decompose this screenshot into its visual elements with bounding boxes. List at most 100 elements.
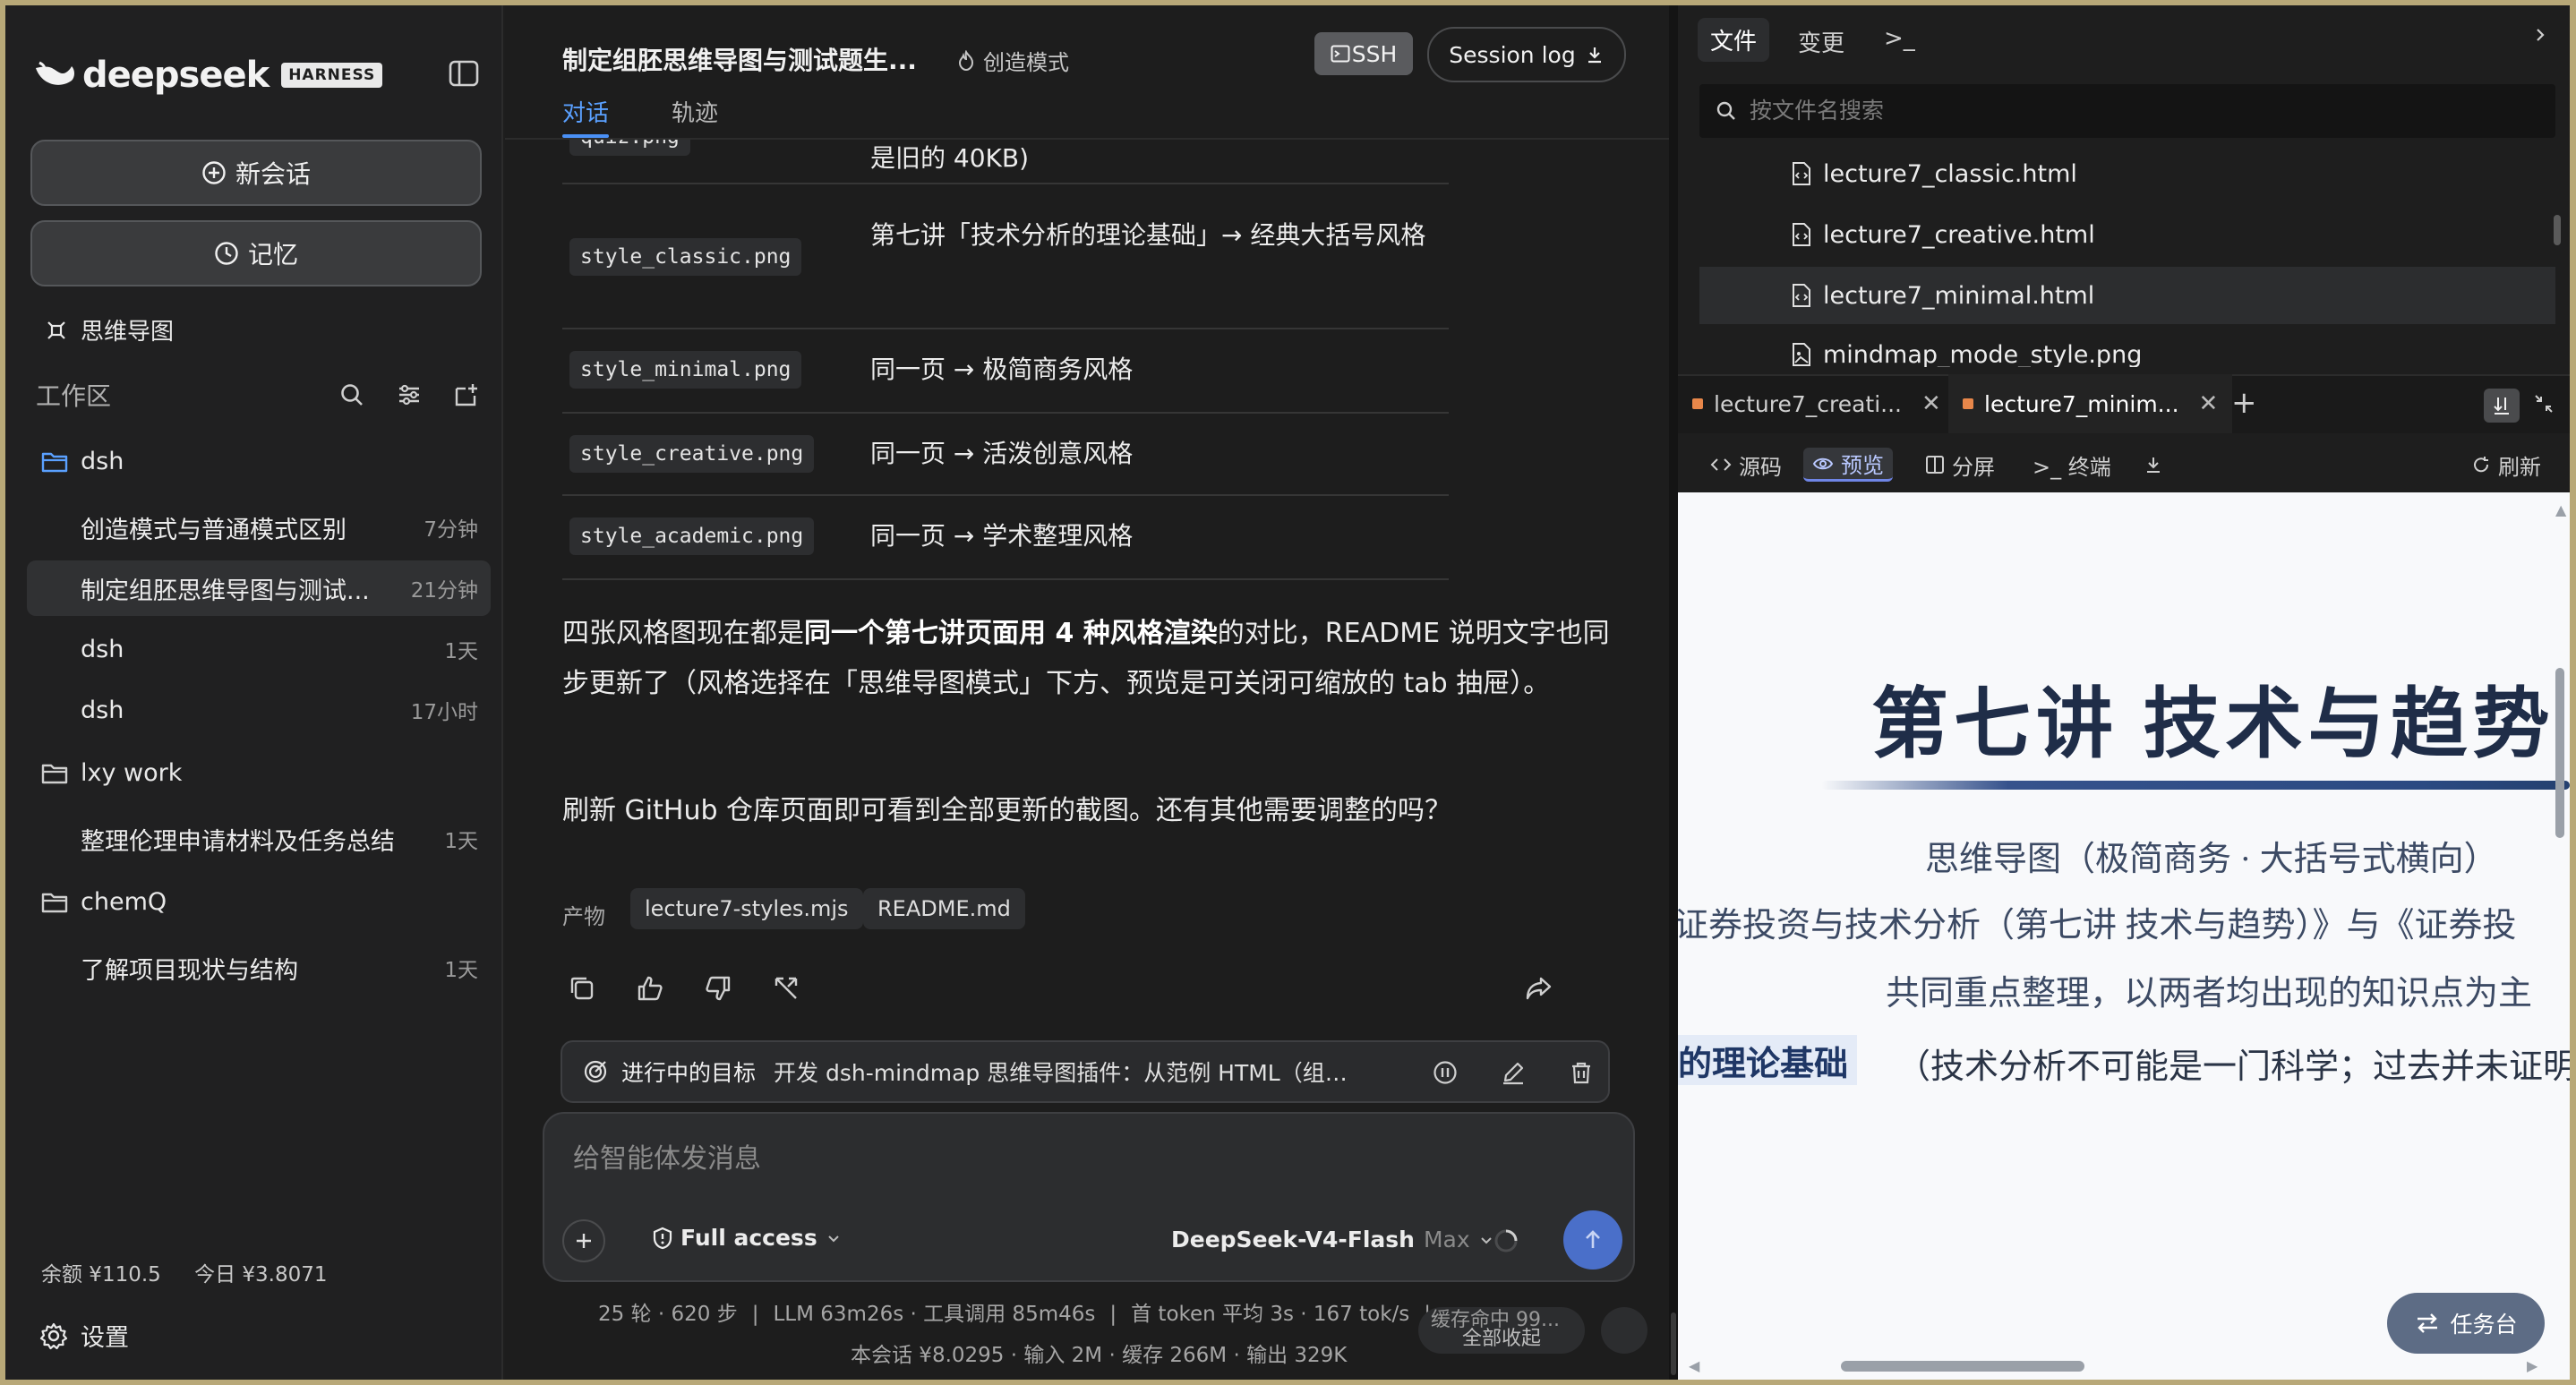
file-code-icon <box>1793 162 1810 185</box>
file-item[interactable]: lecture7_creative.html <box>1699 206 2555 263</box>
mode-indicator[interactable]: 创造模式 <box>956 45 1069 76</box>
source-button[interactable]: 源码 <box>1701 448 1791 482</box>
swap-arrows-icon <box>2418 1313 2438 1333</box>
scroll-right-arrow[interactable]: ▶ <box>2527 1357 2537 1374</box>
refresh-icon <box>2474 457 2489 473</box>
message-paragraph: 刷新 GitHub 仓库页面即可看到全部更新的截图。还有其他需要调整的吗？ <box>562 795 1452 826</box>
chevron-right-icon[interactable] <box>2530 25 2550 48</box>
session-log-button[interactable]: Session log <box>1427 27 1626 82</box>
file-item-selected[interactable]: lecture7_minimal.html <box>1699 267 2555 324</box>
folder-chemq[interactable]: chemQ <box>41 888 167 916</box>
chevron-down-icon <box>827 1235 839 1242</box>
download-icon <box>2147 457 2160 473</box>
products-label: 产物 <box>562 904 605 929</box>
add-tab-icon[interactable]: + <box>2231 385 2257 421</box>
product-chip[interactable]: lecture7-styles.mjs <box>630 888 863 929</box>
trash-icon[interactable] <box>1563 1055 1599 1090</box>
file-chip: style_minimal.png <box>569 351 802 389</box>
session-stats: 25 轮 · 620 步 | LLM 63m26s · 工具调用 85m46s | 首 … <box>598 1303 1431 1326</box>
access-selector[interactable]: Full access <box>652 1225 850 1251</box>
folder-lxy-work[interactable]: lxy work <box>41 759 182 787</box>
file-search-input[interactable] <box>1750 98 2466 124</box>
pause-icon[interactable] <box>1427 1055 1463 1090</box>
preview-subtitle: 思维导图（极简商务 · 大括号式横向） <box>1925 841 2498 878</box>
panel-resize-handle[interactable] <box>1671 1312 1676 1375</box>
file-item[interactable]: lecture7_classic.html <box>1699 145 2555 202</box>
task-console-button[interactable]: 任务台 <box>2387 1293 2545 1354</box>
brand-name: deepseek <box>82 55 270 96</box>
download-button[interactable] <box>2135 448 2179 482</box>
settings-button[interactable]: 设置 <box>39 1318 129 1353</box>
editor-tab[interactable]: lecture7_creati... ✕ <box>1678 374 1956 433</box>
sidebar-toggle-button[interactable] <box>446 56 482 91</box>
chat-title: 制定组胚思维导图与测试题生... <box>562 46 917 75</box>
thumbs-up-icon[interactable] <box>632 970 668 1006</box>
plus-circle-icon <box>202 161 226 184</box>
dock-bottom-icon[interactable] <box>2484 389 2520 423</box>
active-goal-bar[interactable]: 进行中的目标 开发 dsh-mindmap 思维导图插件：从范例 HTML（组胚… <box>561 1040 1610 1103</box>
scroll-up-arrow[interactable]: ▲ <box>2555 501 2566 518</box>
session-item[interactable]: 创造模式与普通模式区别 7分钟 <box>27 500 491 555</box>
folder-dsh[interactable]: dsh <box>41 448 124 475</box>
scroll-left-arrow[interactable]: ◀ <box>1689 1357 1699 1374</box>
file-item[interactable]: mindmap_mode_style.png <box>1699 326 2555 367</box>
cache-hit-text: 缓存命中 99... <box>1431 1309 1560 1331</box>
model-name: DeepSeek-V4-Flash <box>1171 1227 1415 1252</box>
editor-tab-active[interactable]: lecture7_minim... ✕ <box>1948 374 2233 433</box>
session-time: 21分钟 <box>410 579 478 603</box>
file-list-scrollbar[interactable] <box>2554 215 2561 245</box>
share-icon[interactable] <box>1520 970 1556 1006</box>
close-icon[interactable]: ✕ <box>1921 390 1941 417</box>
message-input[interactable] <box>573 1144 1558 1175</box>
copy-icon[interactable] <box>564 970 600 1006</box>
ssh-button[interactable]: SSH <box>1314 32 1413 75</box>
attach-button[interactable] <box>562 1219 605 1262</box>
collapse-panel-icon[interactable] <box>2532 392 2555 419</box>
table-desc: 同一页 → 活泼创意风格 <box>870 439 1134 468</box>
session-item[interactable]: dsh 17小时 <box>27 682 491 738</box>
session-time: 1天 <box>444 640 478 663</box>
tab-files[interactable]: 文件 <box>1698 18 1770 62</box>
split-button[interactable]: 分屏 <box>1916 448 2004 482</box>
terminal-button[interactable]: >_ 终端 <box>2024 448 2120 482</box>
session-title: 了解项目现状与结构 <box>81 956 298 985</box>
session-item[interactable]: dsh 1天 <box>27 621 491 677</box>
new-chat-button[interactable]: 新会话 <box>30 140 482 206</box>
sidebar-item-mindmap[interactable]: 思维导图 <box>45 313 174 346</box>
model-selector[interactable]: DeepSeek-V4-Flash Max <box>1171 1227 1495 1252</box>
memory-button[interactable]: 记忆 <box>30 220 482 286</box>
filter-icon[interactable] <box>392 378 426 412</box>
thumbs-down-icon[interactable] <box>700 970 736 1006</box>
edit-icon[interactable] <box>1495 1055 1531 1090</box>
table-row: style_academic.png 同一页 → 学术整理风格 <box>562 496 1449 580</box>
tab-changes[interactable]: 变更 <box>1798 25 1844 58</box>
editor-tab-label: lecture7_creati... <box>1714 390 1902 417</box>
preview-highlight: 的理论基础 <box>1678 1035 1858 1085</box>
round-action-button[interactable] <box>1601 1307 1647 1354</box>
session-item-active[interactable]: 制定组胚思维导图与测试... 21分钟 <box>27 560 491 616</box>
refresh-button[interactable]: 刷新 <box>2462 448 2550 482</box>
panel-divider[interactable] <box>1669 5 1678 1380</box>
folder-name: chemQ <box>81 888 167 916</box>
product-chip[interactable]: README.md <box>863 888 1025 929</box>
editor-tab-label: lecture7_minim... <box>1984 390 2179 417</box>
tab-conversation[interactable]: 对话 <box>562 95 609 128</box>
file-chip: style_creative.png <box>569 435 815 473</box>
preview-horizontal-scrollbar[interactable] <box>1841 1361 2084 1372</box>
ssh-label: SSH <box>1351 40 1398 67</box>
preview-text: 共同重点整理，以两者均出现的知识点为主 <box>1886 975 2533 1013</box>
branch-icon[interactable] <box>768 970 804 1006</box>
app-window: deepseek HARNESS 新会话 记忆 思维导图 工作区 dsh 创造模… <box>5 5 2570 1380</box>
tab-trace[interactable]: 轨迹 <box>672 95 718 128</box>
session-item[interactable]: 整理伦理申请材料及任务总结 1天 <box>27 811 491 867</box>
search-icon[interactable] <box>335 378 369 412</box>
preview-button[interactable]: 预览 <box>1803 448 1893 482</box>
send-button[interactable] <box>1563 1210 1622 1270</box>
close-icon[interactable]: ✕ <box>2199 390 2219 417</box>
collapse-all-button[interactable]: 缓存命中 99... 全部收起 <box>1418 1307 1585 1354</box>
tab-terminal[interactable]: >_ <box>1884 25 1915 52</box>
session-item[interactable]: 了解项目现状与结构 1天 <box>27 940 491 996</box>
new-folder-icon[interactable] <box>449 378 484 412</box>
preview-vertical-scrollbar[interactable] <box>2555 668 2564 838</box>
code-icon <box>1710 458 1732 471</box>
